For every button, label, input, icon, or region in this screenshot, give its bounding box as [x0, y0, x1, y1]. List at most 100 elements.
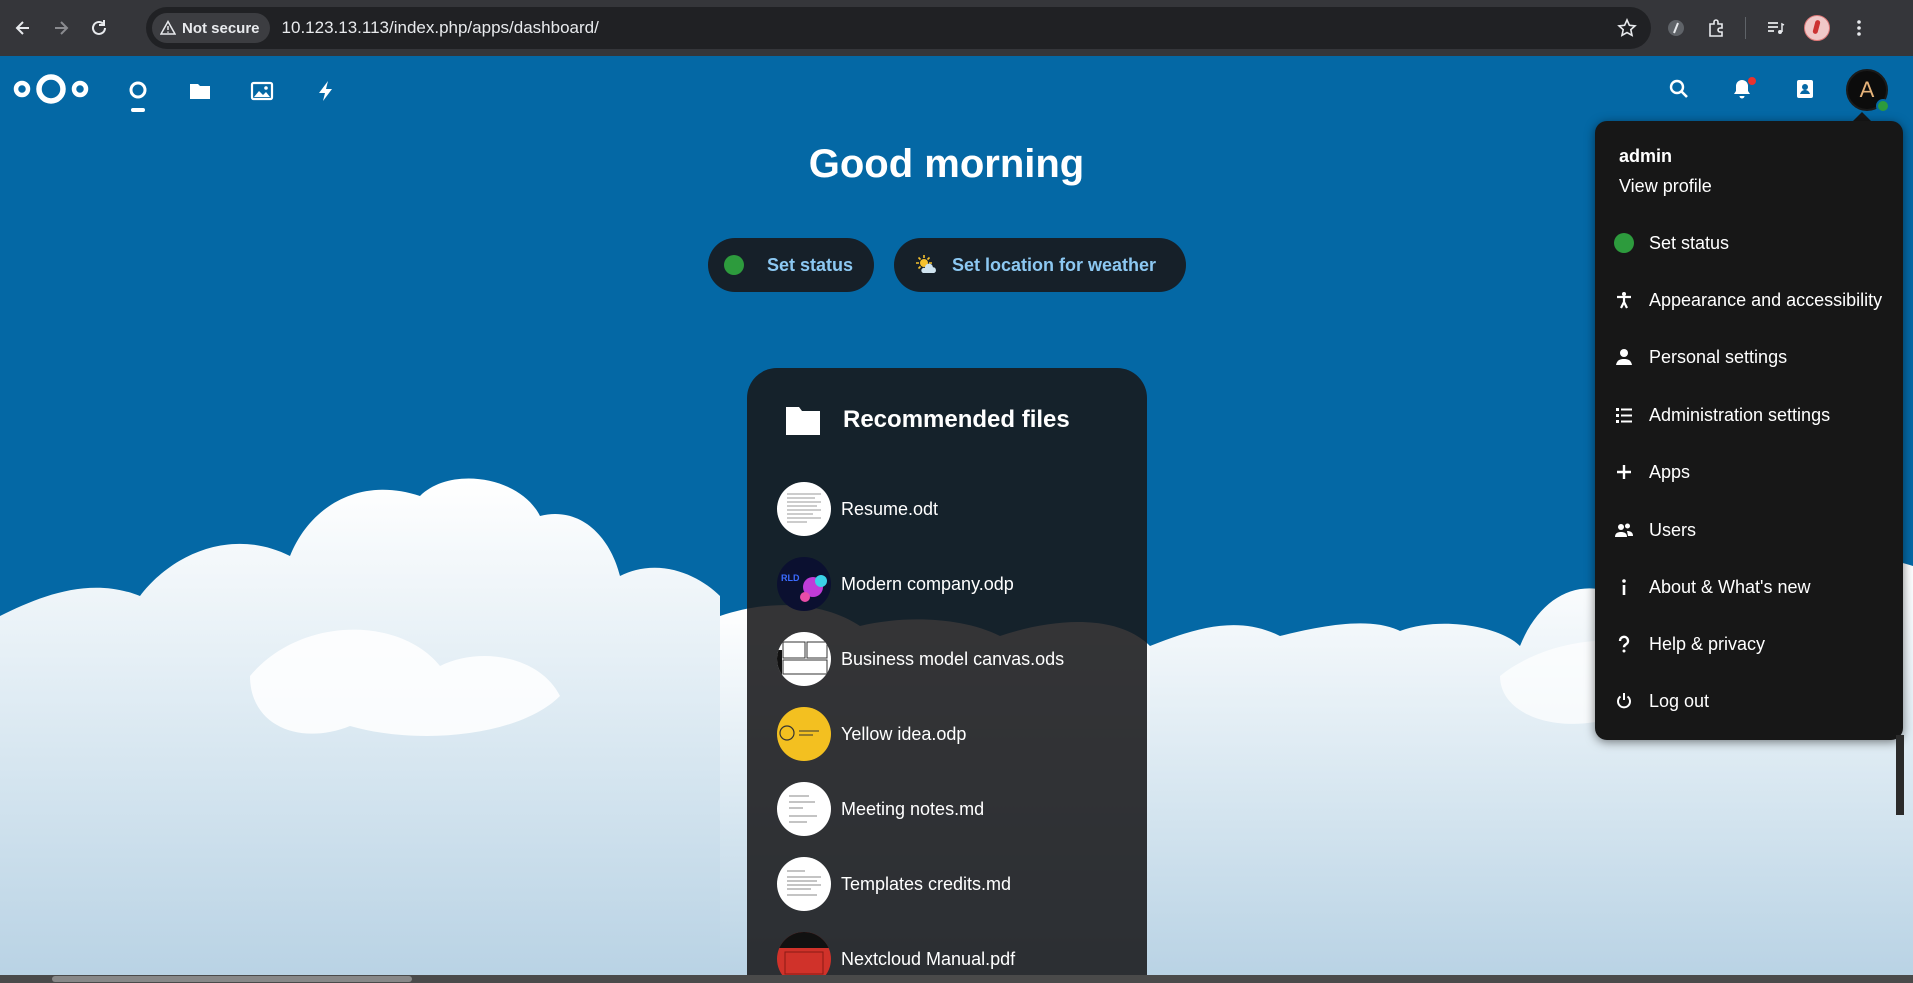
markdown-preview-icon — [789, 795, 817, 823]
playlist-icon — [1768, 22, 1785, 34]
page-scrollbar[interactable] — [1896, 735, 1904, 815]
toolbar-separator — [1745, 17, 1746, 39]
question-icon — [1618, 635, 1630, 653]
status-dot-icon — [1614, 233, 1634, 253]
security-chip[interactable]: Not secure — [152, 13, 270, 43]
file-thumbnail — [777, 782, 831, 836]
back-button[interactable] — [6, 11, 40, 45]
menu-item-help[interactable]: Help & privacy — [1613, 624, 1893, 664]
menu-item-label: Appearance and accessibility — [1649, 289, 1883, 310]
puzzle-icon — [1709, 19, 1723, 37]
weather-sun-cloud-icon — [916, 255, 936, 273]
file-item[interactable]: Meeting notes.md — [777, 780, 984, 838]
file-name: Nextcloud Manual.pdf — [841, 948, 1016, 969]
more-vertical-icon — [1857, 20, 1861, 36]
info-icon — [1622, 579, 1626, 595]
search-icon — [1669, 79, 1688, 98]
arrow-left-icon — [15, 21, 29, 35]
menu-item-personal-settings[interactable]: Personal settings — [1613, 337, 1893, 377]
status-dot-icon — [724, 255, 744, 275]
document-preview-icon — [787, 493, 821, 523]
address-bar[interactable]: Not secure 10.123.13.113/index.php/apps/… — [146, 7, 1651, 49]
file-item[interactable]: Templates credits.md — [777, 855, 1011, 913]
contacts-menu-button[interactable] — [1794, 78, 1818, 102]
nextcloud-logo[interactable] — [13, 72, 89, 106]
extension-button[interactable] — [1665, 17, 1687, 39]
horizontal-scrollbar-thumb[interactable] — [52, 976, 412, 982]
bulb-preview-icon — [779, 725, 819, 741]
feather-extension-icon — [1668, 20, 1684, 36]
markdown-preview-icon — [787, 870, 821, 896]
file-name: Modern company.odp — [841, 573, 1014, 594]
plus-icon — [1617, 465, 1631, 479]
file-item[interactable]: Business model canvas.ods — [777, 630, 1064, 688]
file-thumbnail — [777, 632, 831, 686]
active-app-indicator — [131, 108, 145, 112]
app-files[interactable] — [187, 78, 213, 104]
menu-item-label: Apps — [1649, 461, 1691, 482]
app-activity[interactable] — [313, 78, 339, 104]
file-name: Yellow idea.odp — [841, 723, 967, 744]
user-status-indicator — [1876, 99, 1890, 113]
url-text[interactable]: 10.123.13.113/index.php/apps/dashboard/ — [282, 18, 599, 38]
warning-icon — [160, 20, 176, 35]
file-thumbnail: RLD — [777, 557, 831, 611]
file-name: Templates credits.md — [841, 873, 1012, 894]
media-control-button[interactable] — [1764, 17, 1786, 39]
person-icon — [1616, 349, 1632, 365]
file-thumbnail — [777, 857, 831, 911]
power-icon — [1617, 693, 1631, 709]
file-thumbnail — [777, 707, 831, 761]
menu-item-label: Administration settings — [1649, 404, 1831, 425]
svg-text:RLD: RLD — [781, 573, 800, 583]
file-thumbnail — [777, 482, 831, 536]
widget-title: Recommended files — [843, 406, 1070, 433]
folder-icon — [786, 407, 820, 435]
notifications-button[interactable] — [1731, 77, 1756, 102]
browser-profile-avatar[interactable] — [1804, 15, 1830, 41]
reload-button[interactable] — [82, 11, 116, 45]
recommended-files-widget: Recommended files Resume.odt RLD Modern … — [747, 368, 1147, 983]
set-status-button[interactable]: Set status — [708, 238, 874, 292]
weather-location-button[interactable]: Set location for weather — [894, 238, 1186, 292]
star-icon[interactable] — [1617, 18, 1637, 38]
menu-item-logout[interactable]: Log out — [1613, 681, 1893, 721]
users-icon — [1615, 523, 1633, 537]
spreadsheet-preview-icon — [777, 641, 828, 680]
contacts-icon — [1797, 80, 1813, 98]
file-item[interactable]: Yellow idea.odp — [777, 705, 966, 763]
file-item[interactable]: Resume.odt — [777, 480, 938, 538]
file-name: Resume.odt — [841, 498, 939, 519]
security-label: Not secure — [182, 19, 260, 37]
menu-item-apps[interactable]: Apps — [1613, 452, 1893, 492]
menu-item-appearance[interactable]: Appearance and accessibility — [1613, 280, 1893, 320]
notification-badge — [1748, 77, 1756, 85]
menu-item-administration-settings[interactable]: Administration settings — [1613, 395, 1893, 435]
browser-menu-button[interactable] — [1848, 17, 1870, 39]
menu-item-users[interactable]: Users — [1613, 510, 1893, 550]
arrow-right-icon — [55, 21, 69, 35]
list-icon — [1616, 408, 1632, 423]
menu-item-label: Log out — [1649, 690, 1710, 711]
unified-search-button[interactable] — [1668, 78, 1692, 102]
app-photos[interactable] — [249, 78, 275, 104]
image-icon — [250, 81, 274, 101]
menu-item-label: Set status — [1649, 232, 1730, 253]
menu-item-about[interactable]: About & What's new — [1613, 567, 1893, 607]
lightning-icon — [319, 81, 332, 101]
horizontal-scrollbar[interactable] — [0, 975, 1913, 983]
set-status-label: Set status — [767, 254, 854, 275]
view-profile-link[interactable]: View profile — [1619, 176, 1712, 197]
browser-toolbar: Not secure 10.123.13.113/index.php/apps/… — [0, 0, 1913, 56]
weather-label: Set location for weather — [952, 254, 1157, 275]
menu-item-set-status[interactable]: Set status — [1613, 223, 1893, 263]
forward-button[interactable] — [44, 11, 78, 45]
app-dashboard[interactable] — [125, 78, 151, 104]
nextcloud-header: A — [0, 56, 1913, 122]
extensions-menu-button[interactable] — [1705, 17, 1727, 39]
accessibility-icon — [1617, 292, 1631, 309]
reload-icon — [92, 20, 106, 35]
file-name: Meeting notes.md — [841, 798, 985, 819]
user-menu: admin View profile Set status Appearance… — [1595, 121, 1903, 740]
file-item[interactable]: RLD Modern company.odp — [777, 555, 1014, 613]
